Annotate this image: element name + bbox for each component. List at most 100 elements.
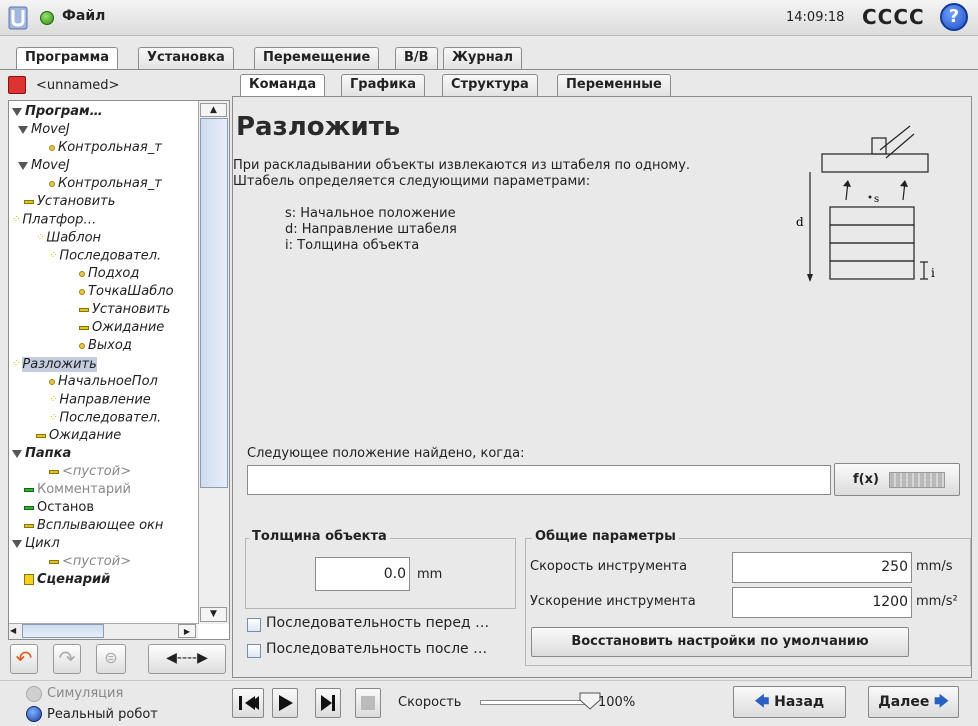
tab-move[interactable]: Перемещение [254,47,380,69]
wait-icon [36,433,46,438]
redo-icon[interactable]: ↷ [53,644,81,674]
page-title: Разложить [236,112,401,142]
speed-label: Скорость [398,695,462,710]
tree-node-empty-1[interactable]: <пустой> [49,463,131,481]
restore-defaults-button[interactable]: Восстановить настройки по умолчанию [531,627,909,657]
tree-node-pattern-point[interactable]: ТочкаШабло [79,283,174,301]
tool-speed-input[interactable]: 250 [732,552,912,583]
tab-structure[interactable]: Структура [442,74,538,96]
diagram-s-label: s [874,194,879,205]
robot-name: CCCC [862,5,925,29]
tree-node-empty-2[interactable]: <пустой> [49,553,131,571]
scroll-left-arrow-icon[interactable]: ◀ [10,624,21,638]
scroll-up-arrow-icon[interactable]: ▲ [200,103,227,117]
tab-installation[interactable]: Установка [138,47,234,69]
ur-logo-icon [8,6,28,30]
tree-node-popup[interactable]: Всплывающее окн [24,517,163,535]
clock: 14:09:18 [786,10,845,25]
empty-icon [49,559,59,564]
next-button[interactable]: Далее 🡆 [868,686,959,718]
next-position-expression-field[interactable] [247,465,831,495]
file-menu[interactable]: Файл [62,8,105,24]
tree-node-pallet[interactable]: ⁘ Платфор… [12,211,96,229]
tree-node-set-2[interactable]: Установить [79,301,170,319]
pattern-icon: ⁘ [49,412,57,423]
tree-node-folder[interactable]: Папка [12,445,71,463]
next-arrow-icon: 🡆 [934,694,949,710]
tab-command[interactable]: Команда [240,74,326,97]
tree-node-waypoint-1[interactable]: Контрольная_т [49,139,162,157]
tree-node-start-pos[interactable]: НачальноеПол [49,373,158,391]
tree-node-halt[interactable]: Останов [24,499,94,517]
waypoint-icon [79,342,85,349]
tree-node-comment[interactable]: Комментарий [24,481,131,499]
step-forward-button[interactable] [315,688,341,718]
cursor-move-icon[interactable]: ◀----▶ [148,644,226,674]
tab-program[interactable]: Программа [16,47,119,70]
tree-node-pattern[interactable]: ⁘ Шаблон [36,229,101,247]
tab-io[interactable]: В/В [395,47,438,69]
program-name: <unnamed> [36,78,120,93]
scroll-right-arrow-icon[interactable]: ▶ [178,624,196,638]
sequence-after-checkbox[interactable] [247,644,261,658]
param-i-text: i: Толщина объекта [285,238,420,253]
real-robot-radio[interactable] [26,706,42,722]
expression-editor-button[interactable]: f(x) [834,463,960,496]
popup-icon [24,523,34,528]
undo-icon[interactable]: ↶ [10,644,38,674]
set-icon [79,307,89,312]
file-status-icon[interactable] [40,11,54,25]
general-params-title: Общие параметры [532,529,679,544]
waypoint-icon [49,180,55,187]
tree-node-sequence-1[interactable]: ⁘ Последовател. [49,247,161,265]
waypoint-icon [49,144,55,151]
tree-node-approach[interactable]: Подход [79,265,139,283]
collapse-icon [18,161,28,170]
tab-variables[interactable]: Переменные [557,74,671,96]
help-icon[interactable]: ? [940,3,968,31]
sequence-after-label: Последовательность после … [266,641,488,657]
tree-vertical-scroll-thumb[interactable] [200,118,228,488]
tree-horizontal-scroll-thumb[interactable] [22,624,104,638]
tree-node-direction[interactable]: ⁘ Направление [49,391,151,409]
empty-icon [49,469,59,474]
tree-node-wait-1[interactable]: Ожидание [79,319,164,337]
tab-graphics[interactable]: Графика [341,74,425,96]
speed-slider[interactable] [480,700,590,705]
back-label: Назад [774,694,825,710]
tree-node-destack[interactable]: ⁘ Разложить [12,355,97,373]
play-icon [279,695,293,711]
thickness-unit: mm [417,567,443,582]
pattern-icon: ⁘ [12,358,20,369]
tool-accel-input[interactable]: 1200 [732,587,912,618]
tree-node-wait-2[interactable]: Ожидание [36,427,121,445]
tree-node-loop[interactable]: Цикл [12,535,60,553]
scroll-down-arrow-icon[interactable]: ▼ [200,607,227,622]
tree-node-waypoint-2[interactable]: Контрольная_т [49,175,162,193]
stop-button[interactable] [355,688,381,718]
waypoint-icon [79,270,85,277]
sequence-before-label: Последовательность перед … [266,615,490,631]
thickness-title: Толщина объекта [249,529,390,544]
back-button[interactable]: 🡄 Назад [733,686,846,718]
tree-node-set-1[interactable]: Установить [24,193,115,211]
tree-node-exit[interactable]: Выход [79,337,132,355]
tree-node-movej-2[interactable]: MoveJ [18,157,70,175]
keyboard-icon [889,472,945,488]
tree-node-program[interactable]: Програм… [12,103,103,121]
tab-divider [0,69,978,70]
simulation-label: Симуляция [47,686,124,701]
simulation-radio[interactable] [26,686,42,702]
tree-node-script[interactable]: Сценарий [24,571,110,589]
collapse-icon [12,107,22,116]
thickness-input[interactable]: 0.0 [315,557,410,591]
tree-node-sequence-2[interactable]: ⁘ Последовател. [49,409,161,427]
collapse-icon [12,539,22,548]
diagram-i-label: i [931,266,935,280]
skip-back-button[interactable] [232,688,264,718]
tab-log[interactable]: Журнал [443,47,522,69]
tree-node-movej-1[interactable]: MoveJ [18,121,70,139]
play-button[interactable] [272,688,298,718]
sequence-before-checkbox[interactable] [247,618,261,632]
suppress-icon[interactable]: ⊜ [96,644,126,674]
